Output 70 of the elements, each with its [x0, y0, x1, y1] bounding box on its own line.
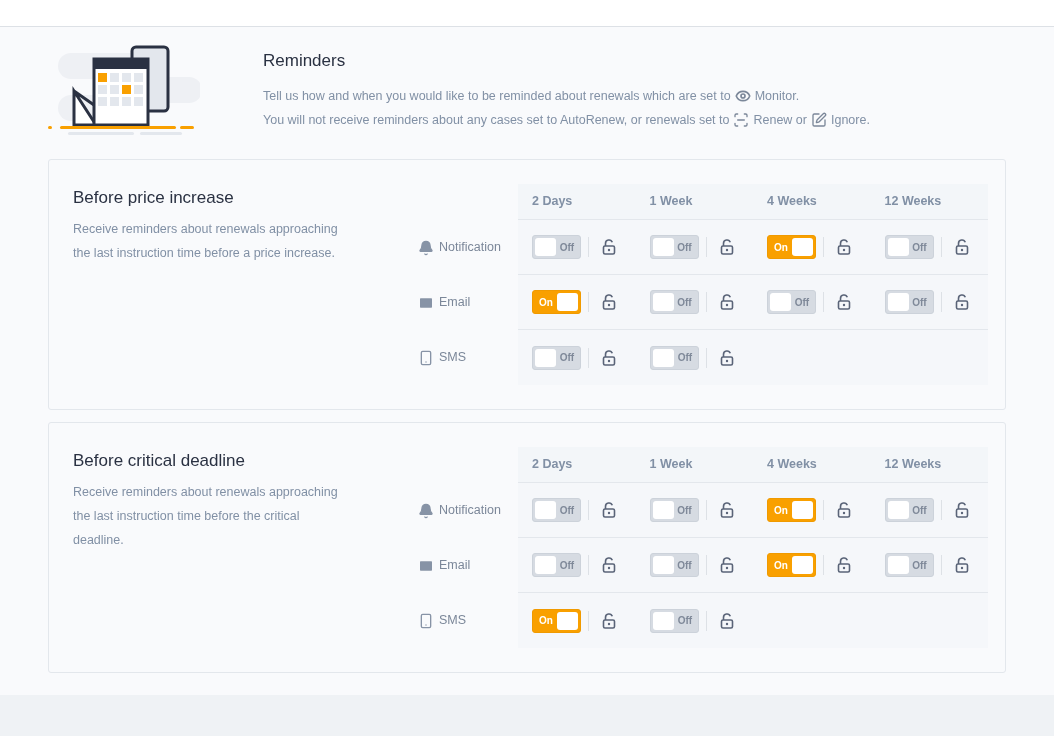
lock-icon[interactable]: [720, 349, 734, 366]
column-header: 2 Days: [531, 193, 574, 211]
column-header: 4 Weeks: [766, 456, 818, 474]
toggle-switch[interactable]: Off: [649, 553, 699, 577]
description-text: You will not receive reminders about any cases set to AutoRenew, or renewals set to: [263, 111, 730, 129]
toggle-switch[interactable]: Off: [649, 498, 699, 522]
lock-icon[interactable]: [719, 239, 734, 255]
toggle-switch[interactable]: On: [767, 235, 816, 259]
lock-icon[interactable]: [837, 239, 851, 255]
column-header: 4 Weeks: [766, 193, 818, 211]
toggle-switch[interactable]: Off: [649, 235, 699, 259]
description-text: Tell us how and when you would like to be reminded about renewals which are set to: [263, 87, 731, 105]
toggle-switch[interactable]: Off: [532, 553, 581, 577]
lock-icon[interactable]: [954, 294, 969, 310]
lock-icon[interactable]: [837, 502, 851, 518]
row-label: Email: [439, 294, 471, 312]
section-title: Before price increase: [73, 187, 235, 209]
description-text: Monitor.: [754, 87, 800, 105]
lock-icon[interactable]: [954, 239, 969, 255]
lock-icon[interactable]: [602, 612, 616, 629]
lock-icon[interactable]: [602, 349, 616, 366]
lock-icon[interactable]: [602, 239, 616, 255]
lock-icon[interactable]: [602, 294, 616, 310]
toggle-switch[interactable]: Off: [767, 290, 816, 314]
section-description: Receive reminders about renewals approaching the last instruction time before a price increase.: [73, 220, 339, 262]
toggle-switch[interactable]: Off: [650, 608, 699, 633]
toggle-switch[interactable]: Off: [649, 290, 699, 314]
bell-icon: [418, 239, 434, 256]
toggle-switch[interactable]: On: [532, 608, 581, 633]
toggle-switch[interactable]: Off: [884, 553, 934, 577]
toggle-switch[interactable]: Off: [884, 235, 934, 259]
toggle-switch[interactable]: On: [767, 553, 816, 577]
row-label: Notification: [439, 502, 501, 520]
lock-icon[interactable]: [954, 557, 969, 573]
lock-icon[interactable]: [720, 612, 734, 629]
lock-icon[interactable]: [719, 294, 734, 310]
toggle-switch[interactable]: Off: [532, 345, 581, 370]
page-title: Reminders: [263, 50, 347, 72]
toggle-switch[interactable]: Off: [884, 290, 934, 314]
column-header: 2 Days: [531, 456, 574, 474]
column-header: 12 Weeks: [883, 456, 943, 474]
section-description: Receive reminders about renewals approaching the last instruction time before the critical deadline.: [73, 483, 339, 549]
description-text: Renew or: [753, 111, 807, 129]
row-label: Notification: [439, 239, 501, 257]
row-label: Email: [439, 557, 471, 575]
scan-frame-icon: [733, 111, 750, 128]
row-label: SMS: [439, 612, 467, 630]
bell-icon: [418, 502, 434, 519]
section-title: Before critical deadline: [73, 450, 246, 472]
row-label: SMS: [439, 349, 467, 367]
pencil-square-icon: [810, 111, 827, 128]
toggle-switch[interactable]: Off: [532, 498, 581, 522]
column-header: 1 Week: [648, 456, 694, 474]
toggle-switch[interactable]: Off: [884, 498, 934, 522]
toggle-switch[interactable]: Off: [532, 235, 581, 259]
toggle-switch[interactable]: On: [767, 498, 816, 522]
lock-icon[interactable]: [602, 502, 616, 518]
phone-icon: [418, 349, 434, 366]
lock-icon[interactable]: [719, 502, 734, 518]
lock-icon[interactable]: [954, 502, 969, 518]
lock-icon[interactable]: [719, 557, 734, 573]
column-header: 12 Weeks: [883, 193, 943, 211]
toggle-switch[interactable]: On: [532, 290, 581, 314]
lock-icon[interactable]: [837, 294, 851, 310]
column-header: 1 Week: [648, 193, 694, 211]
lock-icon[interactable]: [837, 557, 851, 573]
lock-icon[interactable]: [602, 557, 616, 573]
description-text: Ignore.: [830, 111, 870, 129]
phone-icon: [418, 612, 434, 629]
toggle-switch[interactable]: Off: [650, 345, 699, 370]
